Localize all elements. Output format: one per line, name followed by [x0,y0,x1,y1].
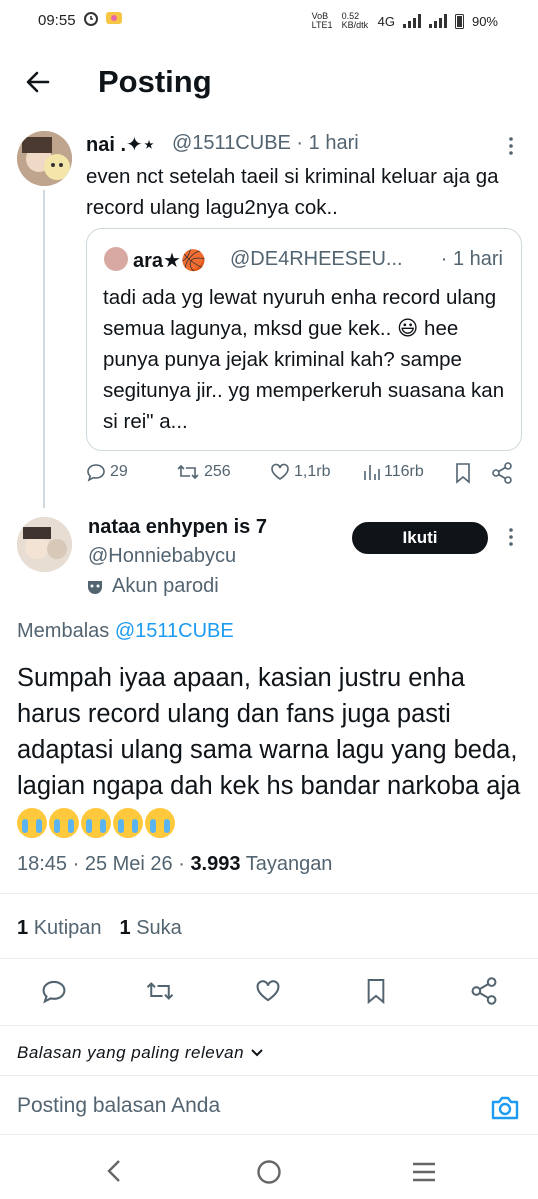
post-text: even nct setelah taeil si kriminal kelua… [86,165,499,219]
app-notification-icon [106,12,122,24]
parody-text: Akun parodi [112,575,219,597]
repost-icon [177,464,199,480]
quote-time: · 1 hari [440,248,503,270]
quote-text: tadi ada yg lewat nyuruh enha record ula… [103,286,505,433]
views-count: 116rb [384,463,424,480]
battery-label: 90% [471,13,498,29]
reply-count: 29 [110,463,128,480]
divider [0,1025,538,1026]
repost-count: 256 [204,463,231,480]
like-count: 1,1rb [294,463,331,480]
like-icon[interactable] [255,978,281,1004]
author-name[interactable]: nataa enhypen is 7 [88,516,267,539]
status-right: VoB LTE1 0.52 KB/dtk 4G 90% [312,12,498,30]
bookmark-icon[interactable] [365,977,387,1005]
post-actions: 29 256 1,1rb 116rb [86,462,516,490]
quotes-stat[interactable]: 1 Kutipan [17,917,102,940]
replying-mention[interactable]: @1511CUBE [115,620,234,642]
quote-author-handle: @DE4RHEESEU... [230,248,403,270]
reply-icon[interactable] [41,978,67,1004]
more-icon[interactable] [504,527,518,547]
signal-icon [402,14,421,28]
avatar[interactable] [17,517,72,572]
sort-replies[interactable]: Balasan yang paling relevan [17,1043,264,1063]
camera-icon[interactable] [490,1094,520,1122]
divider [0,1134,538,1135]
reply-icon [87,464,105,482]
crying-face-icon [49,808,79,839]
views-icon [364,465,380,480]
follow-button[interactable]: Ikuti [352,522,488,554]
battery-icon [454,14,464,29]
author-name[interactable]: nai .✦⋆ [86,132,155,157]
parody-mask-icon [88,580,102,594]
reply-input[interactable]: Posting balasan Anda [17,1094,220,1118]
views-count: 3.993 [190,853,241,875]
repost-button[interactable]: 256 [176,462,231,482]
crying-emojis [17,808,175,839]
nav-home-icon[interactable] [256,1159,282,1185]
views-label: Tayangan [240,853,333,875]
post-time[interactable]: 18:45 · 25 Mei 26 · [17,853,190,875]
nav-recents-icon[interactable] [411,1161,437,1183]
author-handle[interactable]: @Honniebabycu [88,545,236,568]
divider [0,893,538,894]
chevron-down-icon [251,1049,263,1057]
alarm-icon [84,12,98,26]
speed-label: 0.52 KB/dtk [341,11,369,30]
nav-back-icon[interactable] [105,1158,123,1184]
reply-button[interactable]: 29 [86,462,128,482]
quotes-count: 1 [17,917,29,939]
like-button[interactable]: 1,1rb [270,462,330,482]
like-icon [271,463,289,480]
share-icon[interactable] [491,462,513,484]
likes-label: Suka [136,917,182,939]
network-label: 4G [377,13,395,29]
author-handle[interactable]: @1511CUBE · 1 hari [172,132,359,155]
signal2-icon [428,14,447,28]
back-arrow-icon[interactable] [24,68,52,96]
replying-to: Membalas @1511CUBE [17,620,234,643]
status-notification-icons [83,10,123,26]
system-nav-bar [0,1142,538,1199]
divider [0,958,538,959]
bookmark-icon[interactable] [454,462,472,484]
quote-avatar [104,247,128,271]
repost-icon[interactable] [145,978,175,1004]
status-time: 09:55 [38,12,76,29]
post-text-wrap: Sumpah iyaa apaan, kasian justru enha ha… [17,660,527,840]
crying-face-icon [17,808,47,839]
likes-stat[interactable]: 1 Suka [120,917,182,940]
page-title: Posting [98,64,212,99]
carrier-label: VoB LTE1 [311,11,333,30]
views-button[interactable]: 116rb [362,462,424,482]
quotes-label: Kutipan [33,917,102,939]
more-icon[interactable] [504,136,518,156]
thread-line [43,190,45,508]
replying-prefix: Membalas [17,620,115,642]
parody-label: Akun parodi [86,575,219,598]
main-actions [0,975,538,1007]
crying-face-icon [81,808,111,839]
sort-label: Balasan yang paling relevan [17,1043,245,1062]
post-meta: 18:45 · 25 Mei 26 · 3.993 Tayangan [17,853,332,876]
post-text: Sumpah iyaa apaan, kasian justru enha ha… [17,664,521,800]
post-stats: 1 Kutipan 1 Suka [17,917,182,940]
crying-face-icon [145,808,175,839]
share-icon[interactable] [470,977,498,1005]
divider [0,1075,538,1076]
avatar[interactable] [17,131,72,186]
quoted-post[interactable]: ara★🏀 @DE4RHEESEU... · 1 hari tadi ada y… [86,228,522,451]
likes-count: 1 [119,917,131,939]
quote-author-name: ara★🏀 [133,250,206,272]
crying-face-icon [113,808,143,839]
